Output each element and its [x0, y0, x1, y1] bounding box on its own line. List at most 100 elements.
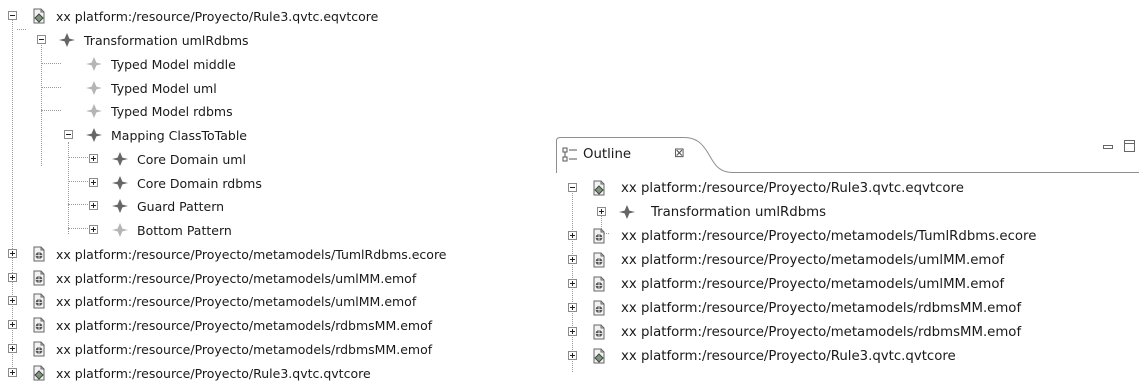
tree-node-label: Typed Model rdbms: [111, 104, 233, 119]
expand-toggle[interactable]: [8, 368, 17, 377]
tree-node-label: Bottom Pattern: [137, 223, 232, 238]
tree-node[interactable]: xx platform:/resource/Proyecto/metamodel…: [556, 227, 1139, 247]
minimize-icon[interactable]: [1103, 142, 1113, 152]
pattern-icon: [112, 223, 128, 237]
tab-outline[interactable]: Outline ⊠: [556, 137, 706, 171]
qvtc-file-icon: [593, 180, 605, 196]
tree-node-label: xx platform:/resource/Proyecto/Rule3.qvt…: [56, 9, 379, 24]
typed-model-icon: [86, 104, 102, 118]
collapse-toggle[interactable]: [8, 11, 17, 20]
tree-node[interactable]: Bottom Pattern: [0, 221, 540, 241]
expand-toggle[interactable]: [89, 225, 98, 234]
expand-toggle[interactable]: [89, 201, 98, 210]
metamodel-file-icon: [33, 293, 45, 309]
tree-node-label: Core Domain rdbms: [137, 176, 262, 191]
metamodel-file-icon: [593, 252, 605, 268]
expand-toggle[interactable]: [8, 273, 17, 282]
tree-node[interactable]: xx platform:/resource/Proyecto/Rule3.qvt…: [556, 347, 1139, 367]
tree-node-label: xx platform:/resource/Proyecto/metamodel…: [56, 342, 433, 357]
maximize-icon[interactable]: [1124, 140, 1135, 152]
tree-node-label: Guard Pattern: [137, 199, 225, 214]
tree-node[interactable]: xx platform:/resource/Proyecto/Rule3.qvt…: [0, 7, 540, 27]
tree-node[interactable]: Transformation umlRdbms: [556, 203, 1139, 223]
qvtc-file-icon: [33, 8, 45, 24]
tree-node[interactable]: Mapping ClassToTable: [0, 126, 540, 146]
collapse-toggle[interactable]: [37, 35, 46, 44]
expand-toggle[interactable]: [568, 255, 577, 264]
tree-node[interactable]: xx platform:/resource/Proyecto/metamodel…: [0, 340, 540, 360]
tab-label: Outline: [583, 147, 632, 162]
metamodel-file-icon: [33, 270, 45, 286]
tree-node[interactable]: xx platform:/resource/Proyecto/metamodel…: [0, 245, 540, 265]
expanded-model-tree: xx platform:/resource/Proyecto/Rule3.qvt…: [0, 0, 540, 389]
expand-toggle[interactable]: [89, 154, 98, 163]
expand-toggle[interactable]: [568, 279, 577, 288]
metamodel-file-icon: [593, 228, 605, 244]
expand-toggle[interactable]: [568, 303, 577, 312]
expand-toggle[interactable]: [568, 231, 577, 240]
core-domain-icon: [112, 152, 128, 166]
tree-node[interactable]: xx platform:/resource/Proyecto/metamodel…: [556, 251, 1139, 271]
expand-toggle[interactable]: [8, 296, 17, 305]
expand-toggle[interactable]: [568, 351, 577, 360]
collapse-toggle[interactable]: [568, 183, 577, 192]
tree-node[interactable]: Typed Model middle: [0, 55, 540, 75]
qvtc-file-icon: [593, 348, 605, 364]
tree-node-label: xx platform:/resource/Proyecto/Rule3.qvt…: [56, 366, 371, 381]
tree-node-label: Typed Model uml: [111, 81, 217, 96]
metamodel-file-icon: [593, 276, 605, 292]
core-domain-icon: [112, 176, 128, 190]
tree-node[interactable]: xx platform:/resource/Proyecto/metamodel…: [0, 292, 540, 312]
expand-toggle[interactable]: [8, 320, 17, 329]
tree-node-label: xx platform:/resource/Proyecto/metamodel…: [56, 318, 433, 333]
tree-node[interactable]: Typed Model uml: [0, 79, 540, 99]
transformation-icon: [59, 33, 75, 47]
tree-node[interactable]: Core Domain rdbms: [0, 174, 540, 194]
tree-guide-line: [17, 29, 26, 30]
tree-node-label: xx platform:/resource/Proyecto/metamodel…: [56, 294, 417, 309]
expand-toggle[interactable]: [597, 207, 606, 216]
mapping-icon: [86, 128, 102, 142]
tree-node[interactable]: xx platform:/resource/Proyecto/metamodel…: [556, 299, 1139, 319]
expand-toggle[interactable]: [568, 327, 577, 336]
tree-node[interactable]: xx platform:/resource/Proyecto/metamodel…: [0, 316, 540, 336]
tree-node[interactable]: xx platform:/resource/Proyecto/Rule3.qvt…: [556, 179, 1139, 199]
tree-node[interactable]: Core Domain uml: [0, 150, 540, 170]
tree-node[interactable]: xx platform:/resource/Proyecto/metamodel…: [556, 323, 1139, 343]
tree-node-label: Mapping ClassToTable: [111, 128, 247, 143]
typed-model-icon: [86, 81, 102, 95]
transformation-icon: [619, 205, 635, 219]
expand-toggle[interactable]: [8, 344, 17, 353]
outline-view: Outline ⊠ xx platform:/resource/Proyecto…: [556, 137, 1139, 389]
tree-node-label: xx platform:/resource/Proyecto/metamodel…: [621, 229, 1037, 244]
tree-node[interactable]: Transformation umlRdbms: [0, 31, 540, 51]
metamodel-file-icon: [33, 246, 45, 262]
tree-node-label: Typed Model middle: [111, 57, 236, 72]
metamodel-file-icon: [593, 324, 605, 340]
pattern-icon: [112, 199, 128, 213]
metamodel-file-icon: [33, 317, 45, 333]
expand-toggle[interactable]: [89, 178, 98, 187]
tree-node[interactable]: Guard Pattern: [0, 197, 540, 217]
tree-node-label: xx platform:/resource/Proyecto/metamodel…: [56, 247, 447, 262]
tree-node-label: xx platform:/resource/Proyecto/Rule3.qvt…: [621, 349, 956, 364]
outline-tree: xx platform:/resource/Proyecto/Rule3.qvt…: [556, 173, 1139, 389]
tree-node-label: xx platform:/resource/Proyecto/metamodel…: [621, 277, 1005, 292]
metamodel-file-icon: [33, 341, 45, 357]
typed-model-icon: [86, 57, 102, 71]
close-icon[interactable]: ⊠: [674, 145, 685, 163]
tree-node-label: xx platform:/resource/Proyecto/Rule3.qvt…: [621, 181, 964, 196]
tree-node[interactable]: xx platform:/resource/Proyecto/metamodel…: [556, 275, 1139, 295]
tree-node[interactable]: Typed Model rdbms: [0, 102, 540, 122]
collapse-toggle[interactable]: [64, 130, 73, 139]
tree-node-label: xx platform:/resource/Proyecto/metamodel…: [621, 301, 1022, 316]
metamodel-file-icon: [593, 300, 605, 316]
tree-node[interactable]: xx platform:/resource/Proyecto/metamodel…: [0, 269, 540, 289]
outline-tab-bar: Outline ⊠: [556, 137, 1139, 173]
expand-toggle[interactable]: [8, 249, 17, 258]
tree-node-label: Core Domain uml: [137, 152, 246, 167]
tree-node-label: xx platform:/resource/Proyecto/metamodel…: [621, 253, 1005, 268]
qvtc-file-icon: [33, 365, 45, 381]
outline-icon: [562, 147, 577, 162]
tree-node[interactable]: xx platform:/resource/Proyecto/Rule3.qvt…: [0, 364, 540, 384]
